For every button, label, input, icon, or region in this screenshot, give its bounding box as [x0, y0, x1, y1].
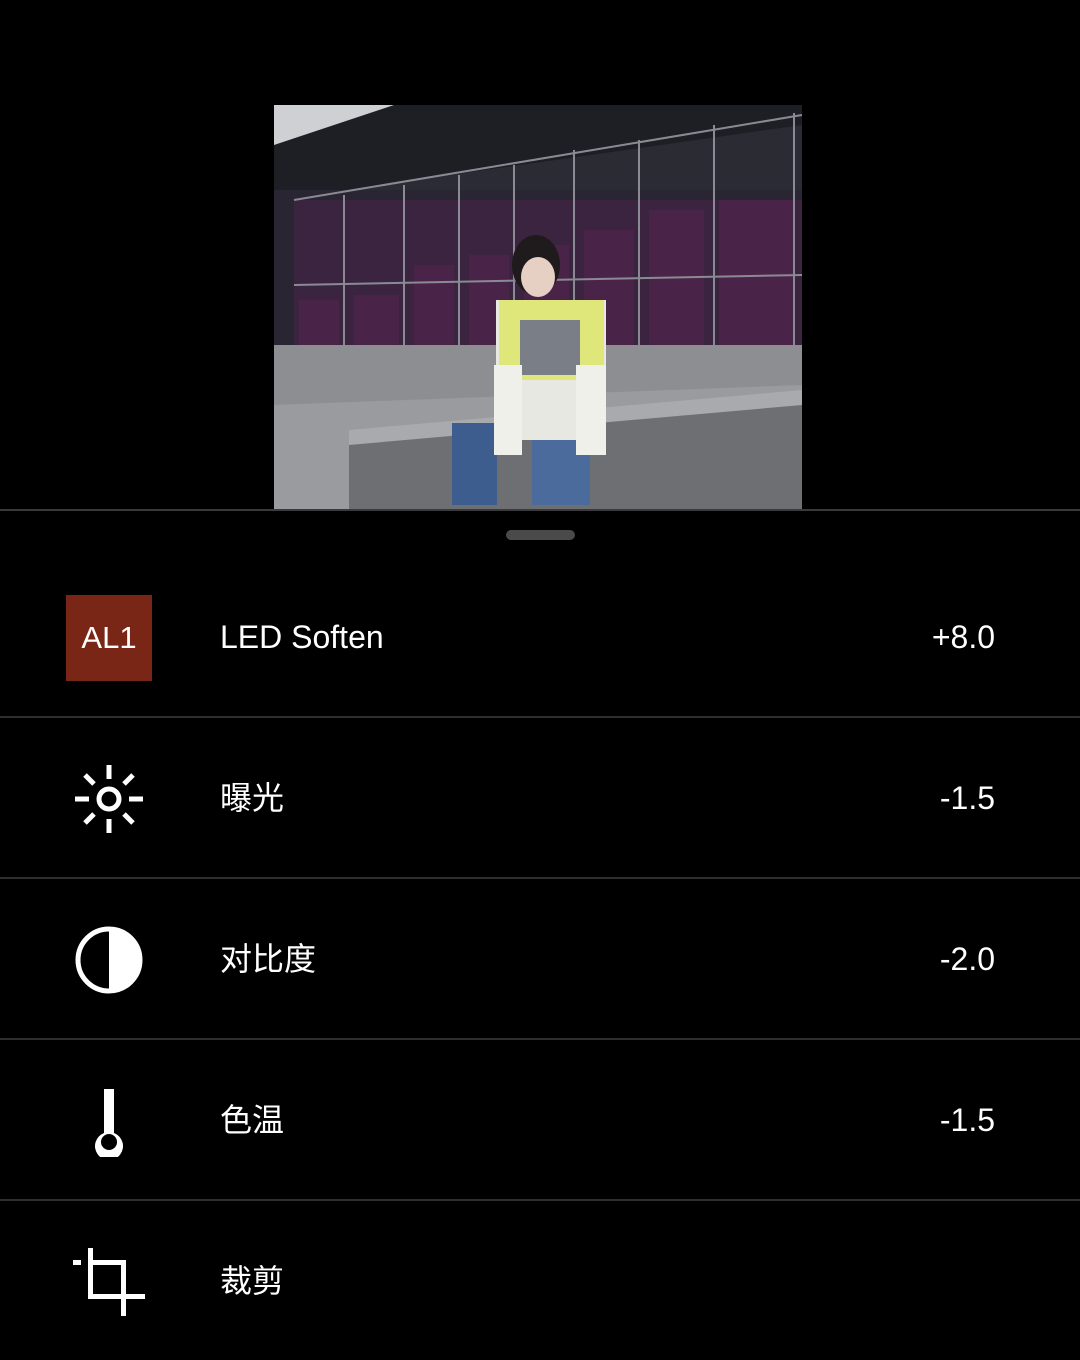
preset-badge-container: AL1 [66, 595, 152, 681]
tool-label: 色温 [220, 1102, 285, 1138]
preset-row[interactable]: AL1 LED Soften +8.0 [0, 557, 1080, 718]
photo-preview-area [0, 0, 1080, 509]
tool-label: 裁剪 [220, 1263, 285, 1299]
tool-label: 对比度 [220, 941, 317, 977]
panel-divider [0, 509, 1080, 511]
sun-icon [66, 756, 152, 842]
tool-row-temperature[interactable]: 色温 -1.5 [0, 1040, 1080, 1201]
preset-value: +8.0 [931, 619, 995, 655]
thermometer-icon [66, 1078, 152, 1164]
tool-row-contrast[interactable]: 对比度 -2.0 [0, 879, 1080, 1040]
preset-badge: AL1 [66, 595, 152, 681]
tool-value: -2.0 [939, 941, 995, 977]
tool-label: 曝光 [220, 780, 285, 816]
drag-handle[interactable] [506, 530, 575, 540]
crop-icon [66, 1239, 152, 1325]
tool-value: -1.5 [939, 1102, 995, 1138]
tool-value: -1.5 [939, 780, 995, 816]
adjustment-tools-list: AL1 LED Soften +8.0 曝光 -1.5 对比度 -2.0 色温 … [0, 557, 1080, 1360]
tool-row-exposure[interactable]: 曝光 -1.5 [0, 718, 1080, 879]
tool-row-crop[interactable]: 裁剪 [0, 1201, 1080, 1360]
contrast-icon [66, 917, 152, 1003]
photo-preview[interactable] [274, 105, 802, 509]
preset-name: LED Soften [220, 619, 384, 655]
